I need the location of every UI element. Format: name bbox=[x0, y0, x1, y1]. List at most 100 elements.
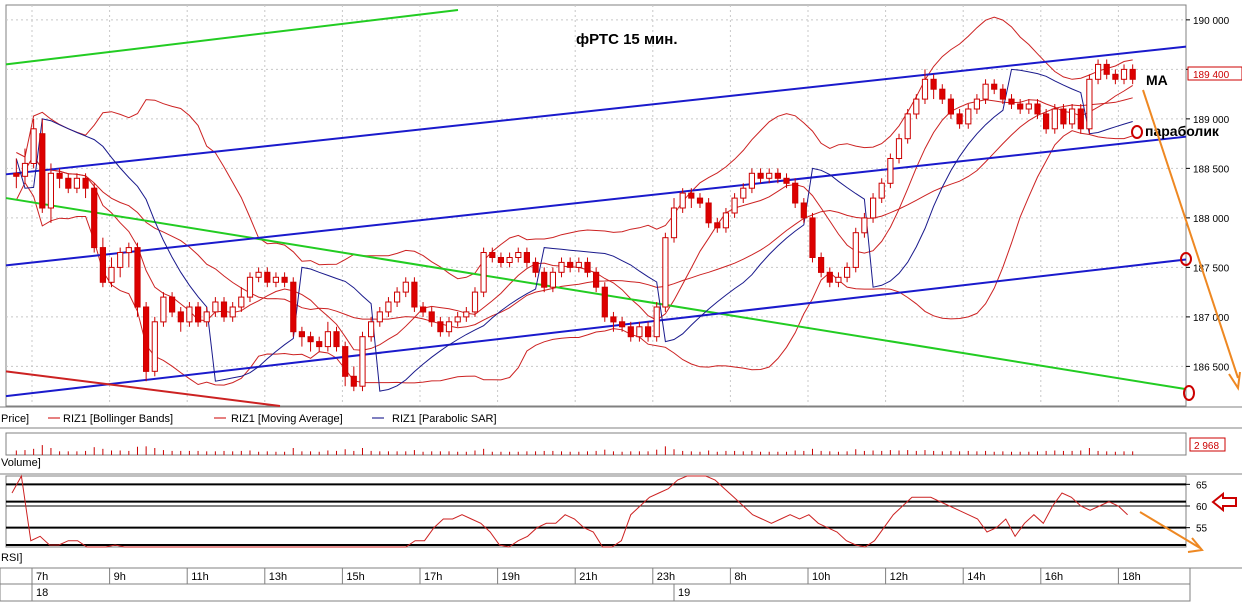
candle-body bbox=[696, 197, 704, 204]
candle-body bbox=[515, 252, 522, 258]
candle-body bbox=[177, 311, 184, 323]
candle-body bbox=[255, 271, 262, 278]
candle-body bbox=[376, 311, 383, 323]
candle-body bbox=[670, 207, 678, 239]
candle-body bbox=[316, 341, 323, 348]
candle-body bbox=[895, 138, 903, 159]
price-tick-label: 186 500 bbox=[1193, 362, 1230, 373]
forecast-arrow-head bbox=[1228, 371, 1241, 391]
time-tick-label: 19h bbox=[502, 571, 520, 583]
candle-body bbox=[731, 197, 738, 214]
candle-body bbox=[1008, 98, 1015, 105]
candle-body bbox=[558, 261, 565, 273]
time-tick-label: 17h bbox=[424, 571, 442, 583]
candle-body bbox=[212, 301, 219, 313]
candle-body bbox=[402, 281, 409, 293]
candle-body bbox=[186, 306, 193, 323]
current-price-label: 189 400 bbox=[1193, 70, 1230, 81]
candle-body bbox=[947, 98, 954, 115]
candle-body bbox=[982, 83, 989, 100]
candle-body bbox=[575, 261, 582, 268]
candle-body bbox=[489, 252, 496, 258]
time-tick-label: 8h bbox=[734, 571, 746, 583]
candle-body bbox=[783, 177, 790, 184]
candle-body bbox=[238, 296, 245, 308]
candle-body bbox=[471, 291, 479, 313]
day-label: 18 bbox=[36, 587, 48, 599]
candle-body bbox=[385, 301, 392, 313]
price-tick-label: 187 500 bbox=[1193, 263, 1230, 274]
time-tick-label: 18h bbox=[1122, 571, 1140, 583]
legend-ma-label[interactable]: RIZ1 [Moving Average] bbox=[231, 413, 343, 425]
candle-body bbox=[852, 232, 859, 268]
rsi-tick-label: 55 bbox=[1196, 524, 1208, 535]
volume-value-label: 2 968 bbox=[1194, 441, 1219, 452]
candle-body bbox=[359, 336, 366, 387]
candle-body bbox=[506, 257, 513, 263]
candle-body bbox=[523, 252, 530, 263]
candle-body bbox=[445, 321, 453, 333]
price-tick-label: 190 000 bbox=[1193, 16, 1230, 27]
candle-body bbox=[99, 247, 107, 283]
time-tick-label: 21h bbox=[579, 571, 597, 583]
time-tick-label: 16h bbox=[1045, 571, 1063, 583]
rsi-tick-label: 60 bbox=[1196, 502, 1208, 513]
chart-canvas[interactable]: 186 500187 000187 500188 000188 500189 0… bbox=[0, 0, 1242, 602]
candle-body bbox=[792, 182, 799, 204]
candle-body bbox=[748, 172, 755, 189]
candle-body bbox=[125, 247, 132, 254]
candle-body bbox=[480, 252, 487, 293]
time-tick-label: 12h bbox=[890, 571, 908, 583]
candle-body bbox=[454, 316, 461, 323]
candle-body bbox=[930, 78, 937, 90]
candle-body bbox=[904, 113, 911, 140]
candle-body bbox=[1129, 68, 1136, 80]
day-label: 19 bbox=[678, 587, 690, 599]
candle-body bbox=[662, 237, 669, 308]
candle-body bbox=[73, 177, 81, 189]
candle-body bbox=[774, 172, 781, 179]
rsi-level-arrow-icon bbox=[1211, 491, 1237, 513]
candle-body bbox=[281, 276, 288, 283]
candle-body bbox=[290, 281, 297, 333]
candle-body bbox=[645, 326, 652, 338]
candle-body bbox=[394, 291, 401, 303]
candle-body bbox=[740, 187, 747, 199]
candle-body bbox=[818, 257, 825, 273]
price-tick-label: 187 000 bbox=[1193, 313, 1230, 324]
candle-body bbox=[653, 306, 660, 338]
candle-body bbox=[610, 316, 617, 323]
candle-body bbox=[229, 306, 236, 318]
candle-body bbox=[307, 336, 314, 343]
candle-body bbox=[30, 128, 37, 165]
legend-price-label: Price] bbox=[1, 413, 29, 425]
time-tick-label: 11h bbox=[191, 571, 209, 583]
candle-body bbox=[420, 306, 427, 313]
candle-body bbox=[688, 192, 695, 199]
candle-body bbox=[1034, 103, 1041, 115]
candle-body bbox=[21, 162, 29, 177]
candle-body bbox=[1051, 108, 1058, 130]
candle-body bbox=[939, 88, 946, 100]
legend-sar-label[interactable]: RIZ1 [Parabolic SAR] bbox=[392, 413, 497, 425]
candle-body bbox=[714, 222, 721, 229]
candle-body bbox=[627, 326, 634, 338]
candle-body bbox=[861, 217, 868, 234]
candle-body bbox=[65, 177, 72, 189]
candle-body bbox=[878, 182, 885, 199]
candle-body bbox=[800, 202, 807, 219]
candle-body bbox=[108, 266, 115, 283]
candle-body bbox=[497, 257, 504, 263]
candle-body bbox=[973, 98, 980, 110]
candle-body bbox=[999, 88, 1006, 100]
candle-body bbox=[82, 177, 89, 189]
candle-body bbox=[56, 172, 63, 179]
price-tick-label: 188 500 bbox=[1193, 164, 1230, 175]
candle-body bbox=[350, 375, 357, 387]
candle-body bbox=[921, 78, 929, 100]
candle-body bbox=[246, 276, 254, 298]
legend-bollinger-label[interactable]: RIZ1 [Bollinger Bands] bbox=[63, 413, 173, 425]
time-tick-label: 9h bbox=[114, 571, 126, 583]
candle-body bbox=[91, 187, 98, 249]
candle-body bbox=[1060, 108, 1067, 125]
